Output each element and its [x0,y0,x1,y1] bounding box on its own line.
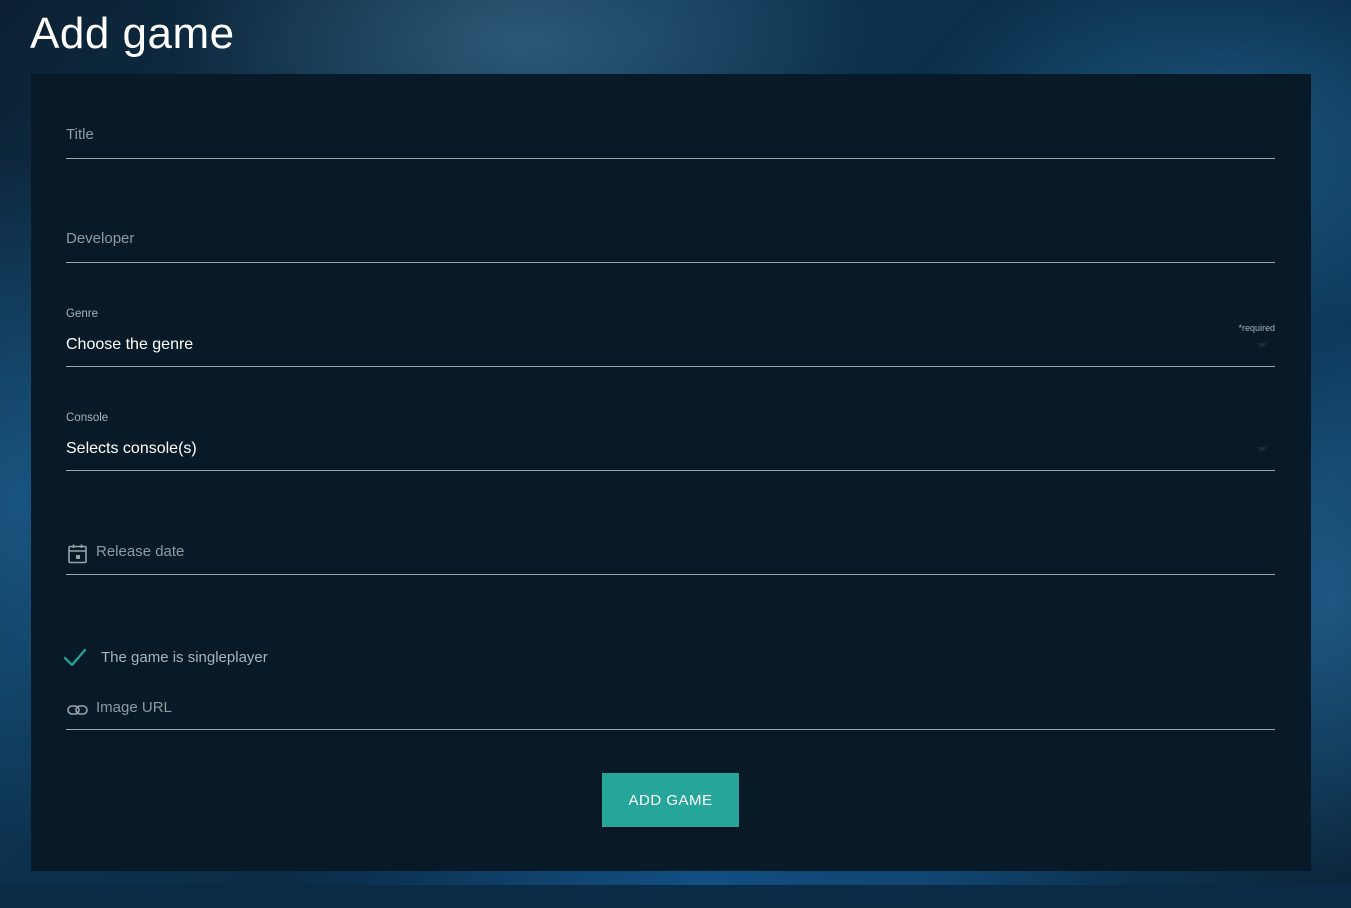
singleplayer-label: The game is singleplayer [101,649,268,666]
release-date-placeholder: Release date [96,543,185,560]
image-url-placeholder: Image URL [96,699,172,716]
add-game-form: Title Developer Genre Choose the genre *… [31,74,1311,871]
title-placeholder: Title [66,126,94,143]
console-label: Console [66,412,109,424]
console-select[interactable]: Console Selects console(s) [66,410,1275,471]
add-game-button[interactable]: ADD GAME [602,773,739,827]
developer-field[interactable]: Developer [66,213,1275,263]
release-date-field[interactable]: Release date [66,529,1275,575]
page-title: Add game [30,9,235,58]
background-band [0,885,1351,908]
link-icon [66,698,90,722]
genre-label: Genre [66,308,98,320]
genre-selected-value: Choose the genre [66,336,194,353]
singleplayer-checkbox[interactable]: The game is singleplayer [62,646,322,670]
developer-placeholder: Developer [66,230,135,247]
chevron-down-icon [1257,343,1267,348]
chevron-down-icon [1257,447,1267,452]
console-selected-value: Selects console(s) [66,440,197,457]
checkmark-icon [62,646,88,670]
image-url-field[interactable]: Image URL [66,689,1275,730]
calendar-icon [66,542,90,566]
required-hint: *required [1238,323,1275,333]
genre-select[interactable]: Genre Choose the genre *required [66,306,1275,367]
title-field[interactable]: Title [66,109,1275,159]
